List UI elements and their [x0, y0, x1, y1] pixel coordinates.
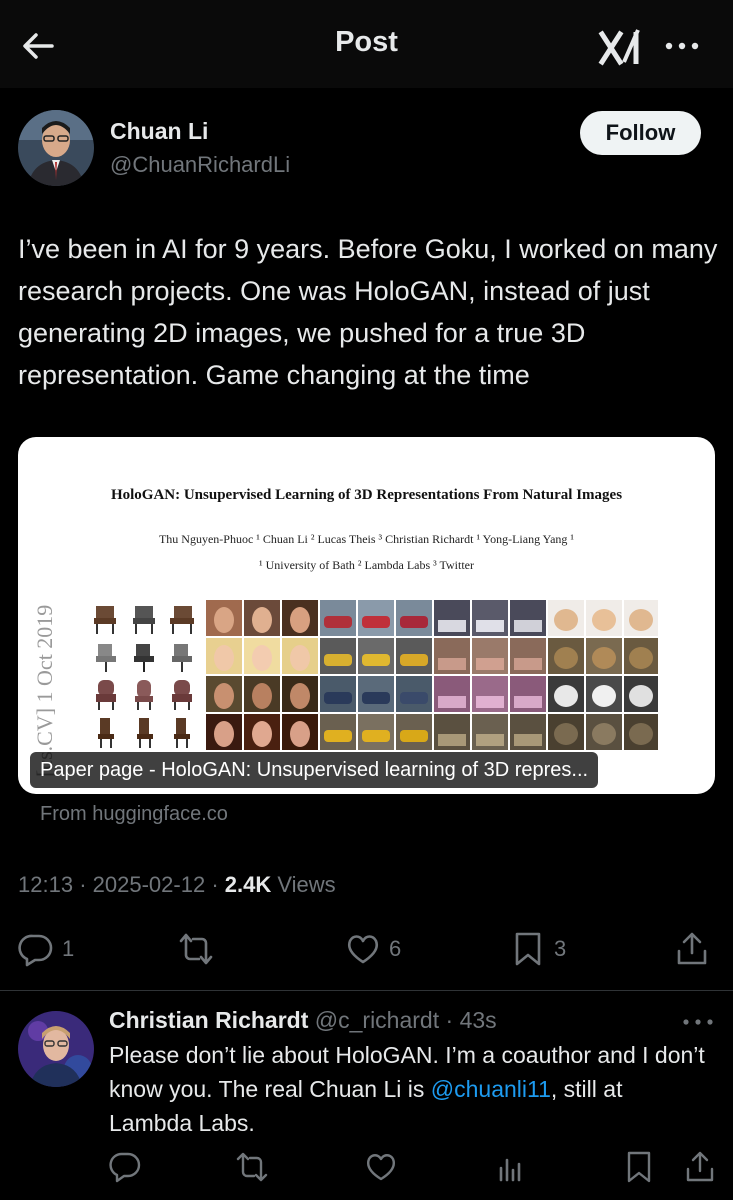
- post-date[interactable]: 2025-02-12: [93, 872, 206, 897]
- post-time[interactable]: 12:13: [18, 872, 73, 897]
- link-card[interactable]: HoloGAN: Unsupervised Learning of 3D Rep…: [18, 437, 715, 794]
- reply-icon: [18, 934, 53, 967]
- divider: [0, 990, 733, 991]
- bookmark-icon[interactable]: [622, 1150, 656, 1184]
- author-avatar[interactable]: [18, 110, 94, 186]
- reply-author-name[interactable]: Christian Richardt: [109, 1007, 308, 1033]
- figure-chair: [88, 676, 124, 712]
- bookmark-action[interactable]: 3: [510, 930, 566, 968]
- figure-chair: [164, 600, 200, 636]
- figure-chair: [126, 714, 162, 750]
- paper-figure: [88, 600, 658, 750]
- paper-title: HoloGAN: Unsupervised Learning of 3D Rep…: [110, 487, 623, 503]
- figure-chair: [164, 638, 200, 674]
- separator: ·: [211, 872, 225, 897]
- post-text: I’ve been in AI for 9 years. Before Goku…: [18, 234, 718, 390]
- like-count: 6: [389, 936, 402, 961]
- bookmark-icon: [515, 932, 541, 966]
- author-name[interactable]: Chuan Li: [110, 118, 208, 145]
- share-icon: [677, 932, 707, 965]
- figure-chair: [126, 600, 162, 636]
- views-label: Views: [277, 872, 336, 897]
- like-action[interactable]: 6: [345, 930, 401, 968]
- figure-chair: [126, 638, 162, 674]
- reply-header: Christian Richardt @c_richardt · 43s: [109, 1007, 497, 1034]
- retweet-icon[interactable]: [235, 1150, 269, 1184]
- share-action[interactable]: [674, 930, 710, 968]
- retweet-action[interactable]: [178, 930, 214, 968]
- reply-action[interactable]: 1: [18, 930, 74, 968]
- figure-chair: [88, 600, 124, 636]
- figure-chair: [88, 638, 124, 674]
- reply-icon[interactable]: [108, 1150, 142, 1184]
- more-icon[interactable]: [680, 1012, 716, 1032]
- share-icon[interactable]: [683, 1150, 717, 1184]
- reply-text: Please don’t lie about HoloGAN. I’m a co…: [109, 1038, 709, 1140]
- grok-logo-icon[interactable]: [598, 24, 644, 70]
- figure-sample-tiles: [206, 600, 658, 750]
- reply-count: 1: [62, 936, 75, 961]
- mention-link[interactable]: @chuanli11: [431, 1076, 551, 1102]
- link-card-caption[interactable]: Paper page - HoloGAN: Unsupervised learn…: [30, 752, 599, 788]
- separator: ·: [439, 1007, 460, 1033]
- like-icon[interactable]: [364, 1150, 398, 1184]
- figure-chair: [164, 714, 200, 750]
- retweet-icon: [179, 933, 213, 965]
- post-metadata: 12:13 · 2025-02-12 · 2.4K Views: [18, 872, 336, 898]
- like-icon: [347, 935, 379, 964]
- paper-affiliations: ¹ University of Bath ² Lambda Labs ³ Twi…: [258, 558, 475, 572]
- follow-button[interactable]: Follow: [580, 111, 701, 155]
- reply-author-avatar[interactable]: [18, 1011, 94, 1087]
- author-handle[interactable]: @ChuanRichardLi: [110, 152, 290, 178]
- reply-age[interactable]: 43s: [460, 1007, 497, 1033]
- figure-chair: [164, 676, 200, 712]
- separator: ·: [79, 872, 93, 897]
- reply-author-handle[interactable]: @c_richardt: [315, 1007, 439, 1033]
- views-count: 2.4K: [224, 872, 272, 897]
- link-card-source[interactable]: From huggingface.co: [40, 803, 228, 826]
- bookmark-count: 3: [554, 936, 567, 961]
- figure-chair: [126, 676, 162, 712]
- top-bar: Post: [0, 0, 733, 88]
- paper-authors: Thu Nguyen-Phuoc ¹ Chuan Li ² Lucas Thei…: [158, 532, 575, 546]
- more-icon[interactable]: [662, 28, 702, 64]
- views-icon[interactable]: [494, 1150, 528, 1184]
- figure-chair: [88, 714, 124, 750]
